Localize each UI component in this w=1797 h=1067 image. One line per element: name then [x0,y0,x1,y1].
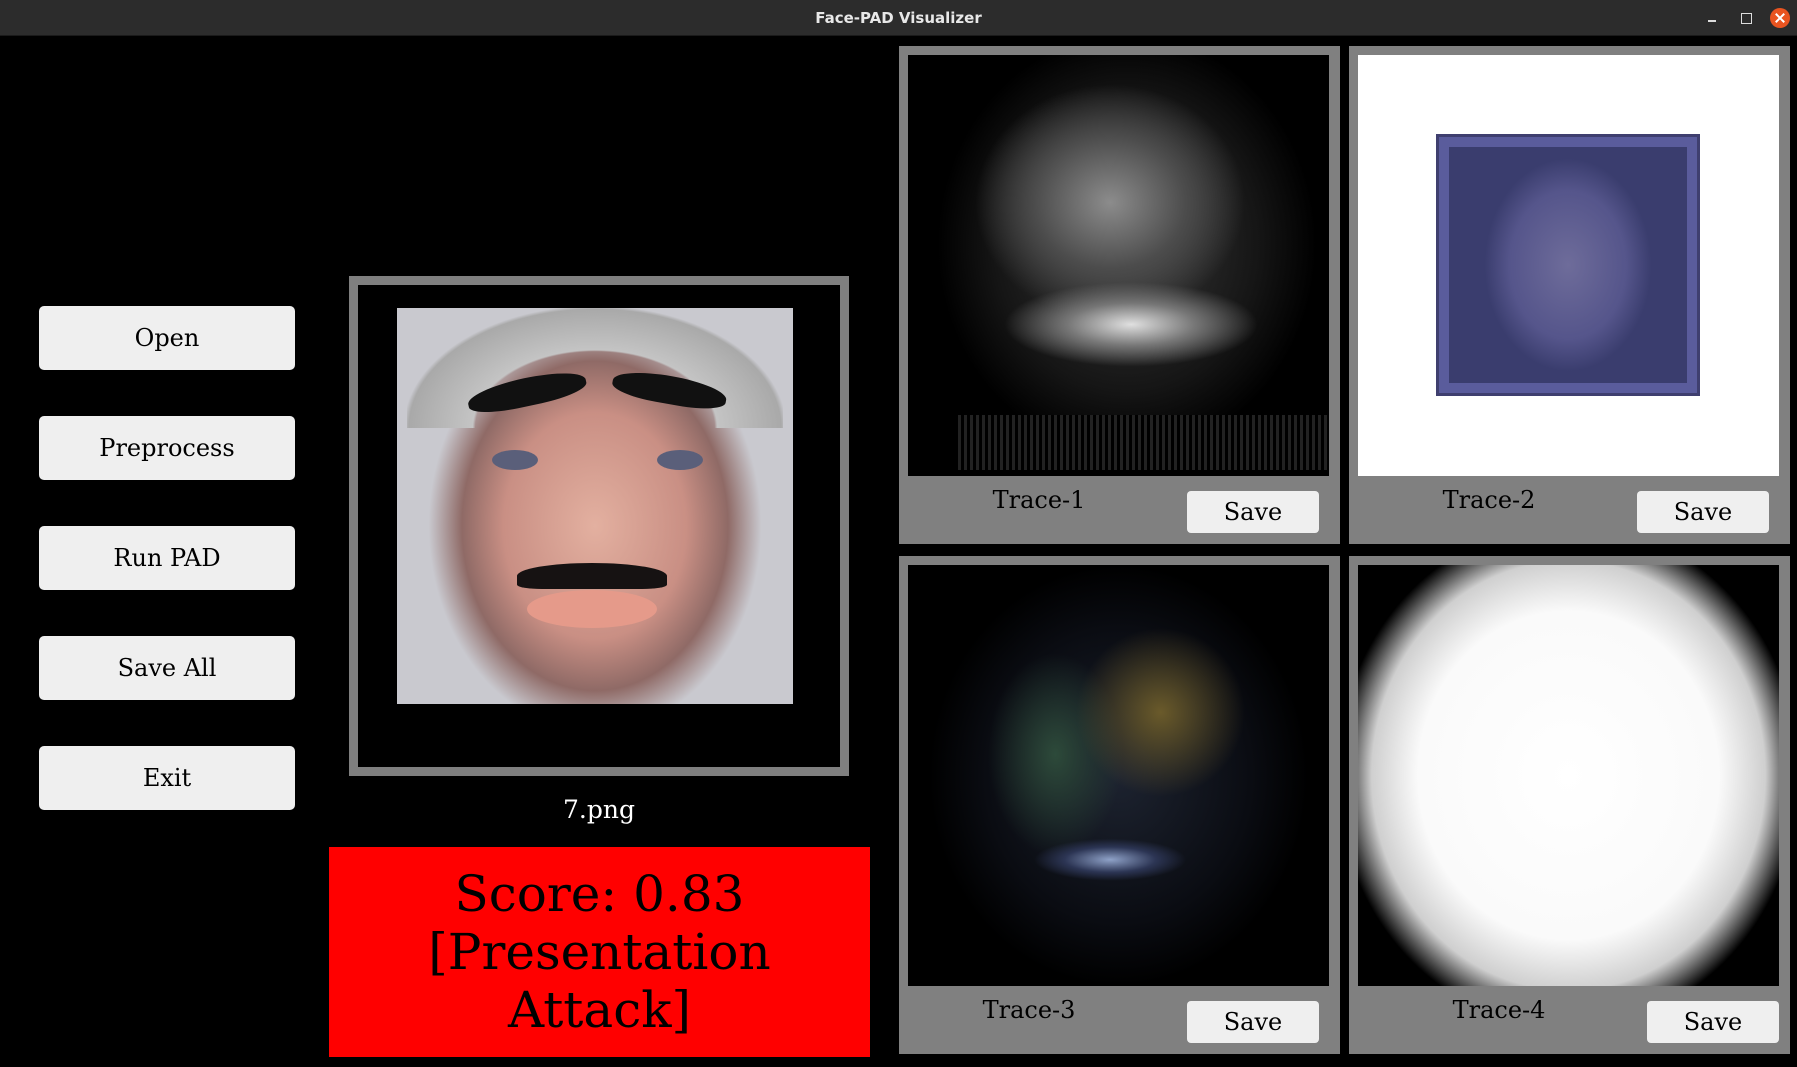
image-hair [407,308,783,428]
verdict-text: [Presentation Attack] [428,923,771,1039]
trace-4-image [1358,565,1779,986]
exit-button[interactable]: Exit [39,746,295,810]
image-lips [527,590,657,628]
trace-2-face [1436,134,1700,396]
trace-4-label: Trace-4 [1452,996,1546,1024]
input-face-image [397,308,793,704]
trace-2-save-button[interactable]: Save [1637,491,1769,533]
open-button[interactable]: Open [39,306,295,370]
trace-3-label: Trace-3 [982,996,1076,1024]
image-right-eye [657,450,703,470]
score-result-box: Score: 0.83 [Presentation Attack] [329,847,870,1057]
trace-3-save-button[interactable]: Save [1187,1001,1319,1043]
close-icon[interactable] [1770,8,1790,28]
filename-label: 7.png [563,795,635,824]
score-text: Score: 0.83 [454,865,745,923]
save-all-button[interactable]: Save All [39,636,295,700]
image-left-eye [492,450,538,470]
trace-panel-2: Trace-2 Save [1349,46,1790,544]
trace-1-label: Trace-1 [992,486,1086,514]
run-pad-button[interactable]: Run PAD [39,526,295,590]
trace-2-label: Trace-2 [1442,486,1536,514]
input-image-frame [349,276,849,776]
title-bar: Face-PAD Visualizer [0,0,1797,36]
trace-panel-1: Trace-1 Save [899,46,1340,544]
window-title: Face-PAD Visualizer [815,9,982,27]
trace-panel-3: Trace-3 Save [899,556,1340,1054]
trace-panel-4: Trace-4 Save [1349,556,1790,1054]
trace-4-save-button[interactable]: Save [1647,1001,1779,1043]
trace-3-image [908,565,1329,986]
image-mustache [517,563,667,589]
preprocess-button[interactable]: Preprocess [39,416,295,480]
trace-1-grid-artifact [958,415,1329,470]
maximize-icon[interactable] [1736,8,1756,28]
minimize-icon[interactable] [1702,8,1722,28]
trace-2-image [1358,55,1779,476]
trace-1-image [908,55,1329,476]
trace-1-save-button[interactable]: Save [1187,491,1319,533]
